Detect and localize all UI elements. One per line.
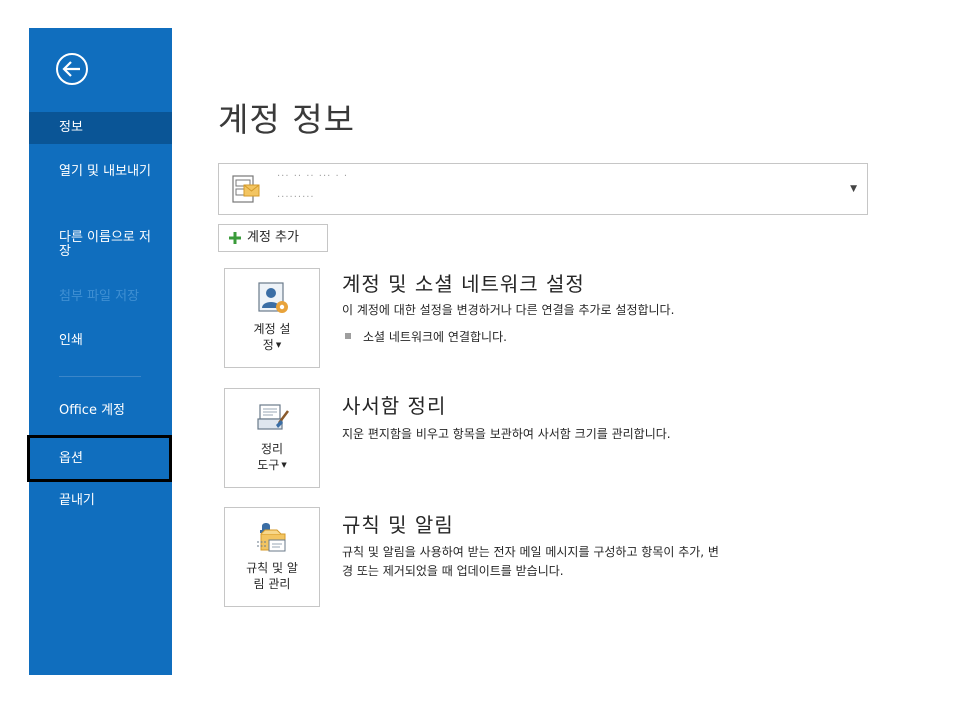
social-network-label: 소셜 네트워크에 연결합니다. [363,330,507,344]
cleanup-tools-label-1: 정리 [260,442,284,456]
nav-exit[interactable]: 끝내기 [29,494,172,508]
account-settings-label-2: 정 [262,338,274,352]
social-network-link[interactable]: 소셜 네트워크에 연결합니다. [345,328,507,345]
nav-info[interactable]: 정보 [29,112,172,144]
page-title: 계정 정보 [218,100,355,139]
account-settings-icon [258,282,288,313]
nav-exit-label: 끝내기 [59,493,95,508]
nav-info-label: 정보 [59,120,83,135]
account-dropdown[interactable]: ··· ·· ·· ··· · · ········· ▼ [218,163,868,215]
cleanup-tools-label-2: 도구 [257,458,280,472]
sidebar-divider [59,376,141,377]
nav-open-export-label: 열기 및 내보내기 [59,164,151,179]
rules-alerts-button[interactable]: 규칙 및 알 림 관리 [224,507,320,607]
add-account-label: 계정 추가 [247,230,299,245]
account-address: ········· [277,192,315,203]
nav-print[interactable]: 인쇄 [29,334,172,348]
mailbox-cleanup-title: 사서함 정리 [342,394,447,418]
account-name: ··· ·· ·· ··· · · [277,171,349,182]
nav-open-export[interactable]: 열기 및 내보내기 [29,165,172,179]
bullet-icon [345,333,351,339]
account-settings-button[interactable]: 계정 설 정 ▼ [224,268,320,368]
account-settings-title: 계정 및 소셜 네트워크 설정 [342,272,585,296]
nav-save-as-label: 다른 이름으로 저장 [59,230,151,259]
rules-alerts-title: 규칙 및 알림 [342,513,454,537]
nav-options-label: 옵션 [59,451,83,466]
nav-save-attachments[interactable]: 첨부 파일 저장 [29,290,172,304]
nav-options[interactable]: 옵션 [27,435,172,482]
back-button[interactable] [54,51,90,87]
rules-alerts-icon [257,523,286,552]
back-arrow-icon [56,53,88,85]
nav-office-account[interactable]: Office 계정 [29,404,172,418]
cleanup-tools-icon [257,404,289,430]
nav-office-account-label: Office 계정 [59,403,125,418]
dropdown-arrow-icon: ▼ [850,184,857,194]
chevron-down-icon: ▼ [281,461,287,469]
rules-alerts-label-2: 림 관리 [253,577,291,591]
mailbox-cleanup-desc: 지운 편지함을 비우고 항목을 보관하여 사서함 크기를 관리합니다. [342,427,671,441]
backstage-sidebar: 정보 열기 및 내보내기 다른 이름으로 저장 첨부 파일 저장 인쇄 Offi… [27,28,172,675]
plus-icon [229,232,241,244]
nav-print-label: 인쇄 [59,333,83,348]
add-account-button[interactable]: 계정 추가 [218,224,328,252]
rules-alerts-label-1: 규칙 및 알 [246,561,298,575]
account-settings-desc: 이 계정에 대한 설정을 변경하거나 다른 연결을 추가로 설정합니다. [342,303,675,317]
nav-save-as[interactable]: 다른 이름으로 저장 [29,231,172,259]
cleanup-tools-button[interactable]: 정리 도구 ▼ [224,388,320,488]
rules-alerts-desc-1: 규칙 및 알림을 사용하여 받는 전자 메일 메시지를 구성하고 항목이 추가,… [342,545,719,559]
nav-save-attachments-label: 첨부 파일 저장 [59,289,140,304]
account-icon [232,175,260,203]
account-settings-label-1: 계정 설 [253,322,291,336]
rules-alerts-desc-2: 경 또는 제거되었을 때 업데이트를 받습니다. [342,564,564,578]
chevron-down-icon: ▼ [275,341,282,349]
